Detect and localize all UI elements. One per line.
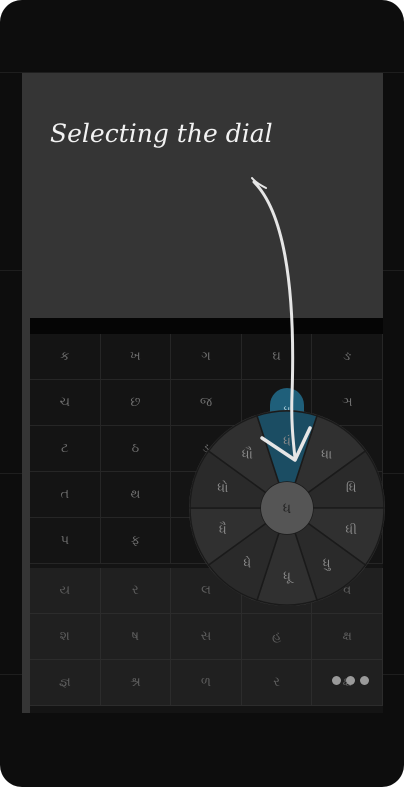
- keyboard-row: જ્ઞશ્રળરક્ષ: [30, 660, 383, 706]
- key[interactable]: ઠ: [100, 426, 172, 472]
- key[interactable]: સ: [171, 614, 242, 660]
- key[interactable]: ઘ: [241, 334, 313, 380]
- key[interactable]: ઞ: [312, 380, 383, 426]
- key[interactable]: હ: [241, 614, 313, 660]
- keyboard-row: તથદધન: [30, 472, 383, 518]
- keyboard-row: ચછજઝઞ: [30, 380, 383, 426]
- phone-frame: Selecting the dial કખગઘઙચછજઝઞટઠડઢણતથદધનપ…: [0, 0, 404, 787]
- key[interactable]: ભ: [241, 518, 313, 564]
- key[interactable]: ર: [241, 660, 313, 706]
- keyboard-row: પફબભમ: [30, 518, 383, 564]
- key[interactable]: ટ: [30, 426, 101, 472]
- key[interactable]: છ: [100, 380, 172, 426]
- key[interactable]: ણ: [312, 426, 383, 472]
- key[interactable]: ર: [100, 568, 172, 614]
- key[interactable]: ઝ: [241, 380, 313, 426]
- key[interactable]: વ: [312, 568, 383, 614]
- key[interactable]: ય: [30, 568, 101, 614]
- key[interactable]: ત: [30, 472, 101, 518]
- key[interactable]: પ: [30, 518, 101, 564]
- key[interactable]: ઢ: [241, 426, 313, 472]
- tutorial-screen: Selecting the dial કખગઘઙચછજઝઞટઠડઢણતથદધનપ…: [22, 73, 383, 713]
- dot-icon: [332, 676, 341, 685]
- more-options-button[interactable]: [332, 676, 369, 685]
- key[interactable]: ધ: [241, 472, 313, 518]
- key[interactable]: શ: [30, 614, 101, 660]
- key[interactable]: ષ: [100, 614, 172, 660]
- key[interactable]: શ્ર: [100, 660, 172, 706]
- keyboard-row: યરલવવ: [30, 568, 383, 614]
- key[interactable]: ઙ: [312, 334, 383, 380]
- key[interactable]: ગ: [171, 334, 242, 380]
- keyboard-row: શ ષ સ હ ક્ષ: [30, 614, 383, 660]
- key[interactable]: જ્ઞ: [30, 660, 101, 706]
- key[interactable]: લ: [171, 568, 242, 614]
- key[interactable]: ફ: [100, 518, 172, 564]
- keyboard-row: ટઠડઢણ: [30, 426, 383, 472]
- key[interactable]: થ: [100, 472, 172, 518]
- key[interactable]: ચ: [30, 380, 101, 426]
- dot-icon: [360, 676, 369, 685]
- key[interactable]: મ: [312, 518, 383, 564]
- key[interactable]: ક્ષ: [312, 614, 383, 660]
- key[interactable]: ન: [312, 472, 383, 518]
- key[interactable]: ખ: [100, 334, 172, 380]
- key[interactable]: જ: [171, 380, 242, 426]
- tutorial-caption: Selecting the dial: [50, 119, 273, 148]
- keyboard-row: કખગઘઙ: [30, 334, 383, 380]
- key[interactable]: ક: [30, 334, 101, 380]
- key[interactable]: દ: [171, 472, 242, 518]
- key[interactable]: વ: [241, 568, 313, 614]
- keyboard-top-bar: [30, 318, 383, 334]
- key[interactable]: ડ: [171, 426, 242, 472]
- keyboard: ક ખ ગ ઘ ઙ ચ છ જ ઝ ઞ ટ ઠ ડ ઢ ણ ત થ દ ધ ન પ ફ બ ભ મ ય ર લ વ વ શ ષ સ હ ક્ષ જ્ઞ…: [30, 334, 383, 713]
- key[interactable]: ળ: [171, 660, 242, 706]
- key[interactable]: બ: [171, 518, 242, 564]
- dot-icon: [346, 676, 355, 685]
